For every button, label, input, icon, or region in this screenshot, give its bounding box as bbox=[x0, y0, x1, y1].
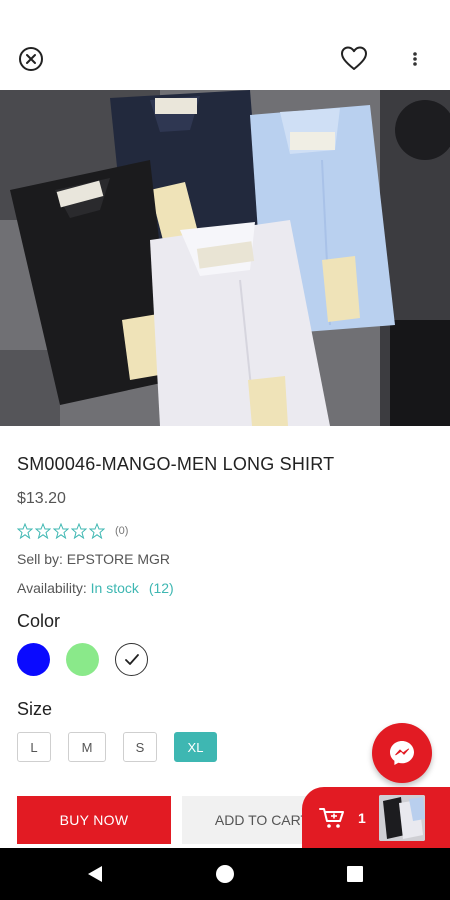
availability-label: Availability: bbox=[17, 580, 87, 596]
more-options-button[interactable] bbox=[404, 44, 426, 74]
rating-count: (0) bbox=[115, 525, 129, 537]
product-image[interactable] bbox=[0, 90, 450, 426]
rating[interactable]: (0) bbox=[17, 522, 128, 540]
size-option-s[interactable]: S bbox=[123, 732, 157, 762]
star-icon bbox=[17, 523, 33, 539]
close-button[interactable] bbox=[16, 44, 46, 74]
color-swatch-white[interactable] bbox=[115, 643, 148, 676]
favorite-button[interactable] bbox=[338, 42, 370, 74]
shirts-photo bbox=[0, 90, 450, 426]
close-icon bbox=[19, 47, 43, 71]
cart-count: 1 bbox=[358, 810, 366, 826]
star-icon bbox=[35, 523, 51, 539]
star-icon bbox=[71, 523, 87, 539]
messenger-button[interactable] bbox=[372, 723, 432, 783]
cart-icon bbox=[319, 808, 344, 828]
availability: Availability: In stock (12) bbox=[17, 580, 174, 596]
size-option-xl[interactable]: XL bbox=[174, 732, 217, 762]
buy-now-button[interactable]: BUY NOW bbox=[17, 796, 171, 844]
color-swatch-blue[interactable] bbox=[17, 643, 50, 676]
color-label: Color bbox=[17, 611, 61, 631]
product-price: $13.20 bbox=[17, 490, 66, 507]
star-icon bbox=[53, 523, 69, 539]
thumbnail-image bbox=[379, 795, 425, 841]
system-nav-bar bbox=[0, 848, 450, 900]
more-vertical-icon bbox=[413, 52, 417, 66]
product-title: SM00046-MANGO-MEN LONG SHIRT bbox=[17, 454, 335, 474]
back-icon[interactable] bbox=[86, 865, 104, 883]
seller-text: Sell by: EPSTORE MGR bbox=[17, 551, 171, 567]
size-option-l[interactable]: L bbox=[17, 732, 51, 762]
top-bar bbox=[0, 0, 450, 90]
size-options: L M S XL bbox=[17, 732, 234, 762]
messenger-icon bbox=[390, 741, 414, 765]
checkmark-icon bbox=[124, 653, 139, 665]
availability-value: In stock bbox=[90, 580, 139, 596]
cart-item-thumbnail[interactable] bbox=[379, 795, 425, 841]
size-label: Size bbox=[17, 699, 53, 719]
size-option-m[interactable]: M bbox=[68, 732, 106, 762]
recent-apps-icon[interactable] bbox=[347, 866, 363, 882]
availability-count: (12) bbox=[148, 580, 174, 596]
color-swatch-green[interactable] bbox=[66, 643, 99, 676]
color-swatches bbox=[17, 643, 164, 676]
cart-widget[interactable]: 1 bbox=[302, 787, 450, 848]
home-icon[interactable] bbox=[216, 865, 234, 883]
star-icon bbox=[89, 523, 105, 539]
heart-icon bbox=[341, 46, 367, 70]
